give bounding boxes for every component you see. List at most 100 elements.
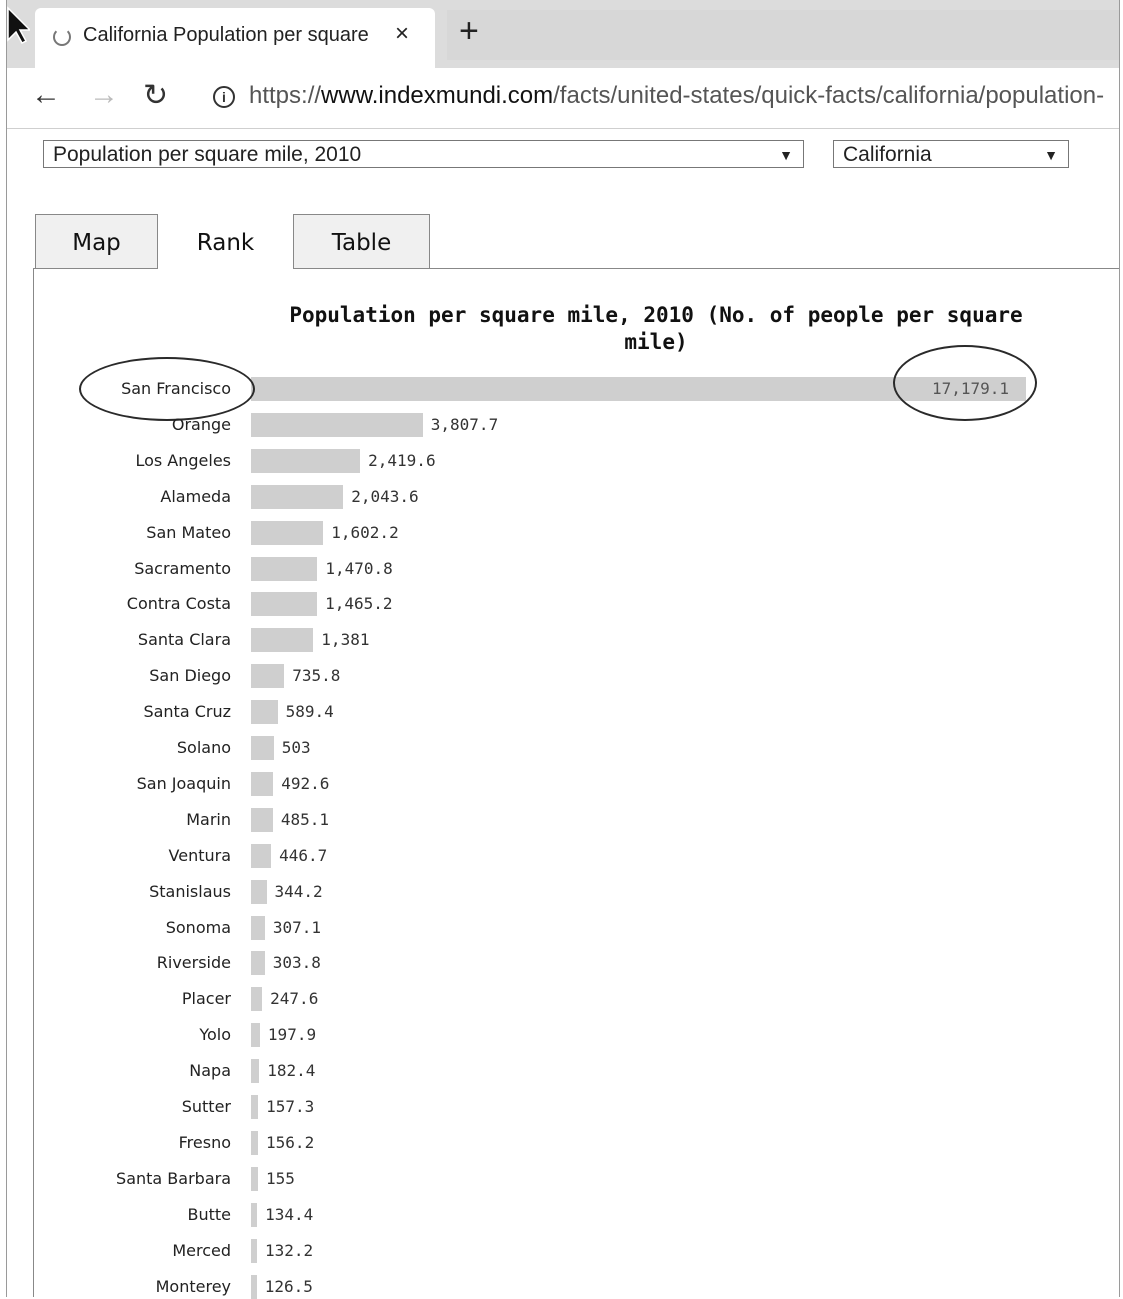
bar[interactable] bbox=[251, 412, 423, 437]
dropdown-arrow-icon: ▼ bbox=[779, 147, 793, 163]
panel-border bbox=[33, 268, 34, 1297]
category-label: Sacramento bbox=[134, 558, 231, 578]
url-host: www.indexmundi.com bbox=[321, 82, 554, 109]
category-label: San Joaquin bbox=[136, 773, 231, 793]
value-label: 485.1 bbox=[280, 809, 330, 829]
category-label: Los Angeles bbox=[135, 450, 231, 470]
bar[interactable] bbox=[251, 664, 285, 689]
value-label: 589.4 bbox=[285, 702, 334, 722]
category-label: Merced bbox=[172, 1240, 231, 1260]
bar[interactable] bbox=[251, 1274, 257, 1299]
category-label: Ventura bbox=[168, 845, 231, 865]
value-label: 492.6 bbox=[281, 773, 330, 793]
window-border-left bbox=[6, 0, 7, 1297]
bar[interactable] bbox=[251, 879, 267, 904]
category-label: Orange bbox=[171, 414, 231, 434]
bar[interactable] bbox=[251, 592, 318, 617]
category-label: Riverside bbox=[156, 953, 231, 973]
metric-select[interactable]: Population per square mile, 2010 ▼ bbox=[43, 140, 804, 168]
value-label: 735.8 bbox=[292, 666, 341, 686]
region-select[interactable]: California ▼ bbox=[833, 140, 1069, 168]
category-label: Santa Barbara bbox=[116, 1168, 231, 1188]
category-label: Napa bbox=[189, 1061, 231, 1081]
browser-toolbar: ← → ↻ i https://www.indexmundi.com/facts… bbox=[7, 68, 1119, 129]
value-label: 1,465.2 bbox=[325, 594, 393, 614]
value-label: 303.8 bbox=[272, 953, 321, 973]
bar[interactable] bbox=[251, 987, 263, 1012]
highlight-oval-label bbox=[79, 357, 255, 421]
value-label: 446.7 bbox=[279, 845, 328, 865]
category-label: Stanislaus bbox=[149, 881, 231, 901]
bar[interactable] bbox=[251, 520, 324, 545]
value-label: 307.1 bbox=[272, 917, 322, 937]
bar[interactable] bbox=[251, 556, 318, 581]
value-label: 503 bbox=[281, 738, 311, 757]
value-label: 2,043.6 bbox=[351, 486, 419, 506]
close-tab-icon[interactable]: × bbox=[395, 20, 409, 48]
category-label: Butte bbox=[187, 1204, 231, 1224]
category-label: Yolo bbox=[199, 1025, 231, 1045]
category-label: Sonoma bbox=[165, 917, 231, 937]
bar[interactable] bbox=[251, 1238, 257, 1263]
value-label: 156.2 bbox=[266, 1132, 315, 1152]
value-label: 126.5 bbox=[264, 1276, 313, 1296]
url-path: /facts/united-states/quick-facts/califor… bbox=[553, 82, 1105, 109]
site-info-icon[interactable]: i bbox=[213, 86, 235, 108]
new-tab-button[interactable]: + bbox=[459, 14, 479, 48]
browser-tab-title: California Population per square mile bbox=[83, 24, 373, 46]
category-label: Alameda bbox=[160, 486, 231, 506]
value-label: 1,602.2 bbox=[331, 522, 399, 542]
value-label: 1,470.8 bbox=[325, 558, 393, 578]
value-label: 134.4 bbox=[265, 1204, 314, 1224]
bar[interactable] bbox=[251, 1202, 258, 1227]
background-tab[interactable] bbox=[447, 10, 1119, 60]
value-label: 157.3 bbox=[266, 1097, 315, 1116]
bar[interactable] bbox=[251, 915, 265, 940]
category-label: Santa Cruz bbox=[143, 702, 231, 722]
value-label: 197.9 bbox=[267, 1025, 317, 1045]
category-label: Solano bbox=[176, 738, 231, 757]
bar[interactable] bbox=[251, 1166, 258, 1191]
bar[interactable] bbox=[251, 1095, 259, 1119]
metric-select-value: Population per square mile, 2010 bbox=[53, 143, 362, 166]
bar[interactable] bbox=[251, 951, 265, 976]
dropdown-arrow-icon: ▼ bbox=[1044, 147, 1058, 163]
bar[interactable] bbox=[251, 484, 344, 509]
value-label: 344.2 bbox=[274, 881, 323, 901]
value-label: 132.2 bbox=[264, 1240, 314, 1260]
bar[interactable] bbox=[251, 1059, 260, 1084]
category-label: Sutter bbox=[181, 1097, 231, 1116]
loading-spinner-icon bbox=[53, 28, 71, 46]
back-arrow-icon[interactable]: ← bbox=[31, 78, 61, 112]
reload-icon[interactable]: ↻ bbox=[143, 78, 168, 113]
value-label: 155 bbox=[265, 1168, 295, 1188]
bar[interactable] bbox=[251, 843, 272, 868]
category-label: Fresno bbox=[178, 1132, 231, 1152]
bar[interactable] bbox=[251, 807, 273, 832]
bar[interactable] bbox=[251, 1023, 260, 1048]
tab-map[interactable]: Map bbox=[35, 214, 158, 268]
browser-tab[interactable]: California Population per square mile × bbox=[35, 8, 435, 68]
category-label: Contra Costa bbox=[126, 594, 231, 614]
bar[interactable] bbox=[251, 448, 361, 473]
bar[interactable] bbox=[251, 771, 274, 796]
forward-arrow-icon[interactable]: → bbox=[89, 78, 119, 112]
bar[interactable] bbox=[251, 700, 278, 725]
category-label: Monterey bbox=[155, 1276, 231, 1296]
browser-tab-strip: California Population per square mile × … bbox=[7, 0, 1119, 68]
bar[interactable] bbox=[251, 1130, 259, 1155]
category-label: San Diego bbox=[149, 666, 231, 686]
category-label: San Mateo bbox=[146, 522, 231, 542]
value-label: 2,419.6 bbox=[368, 450, 436, 470]
tab-rank[interactable]: Rank bbox=[158, 214, 293, 270]
bar[interactable] bbox=[251, 628, 314, 653]
tab-table[interactable]: Table bbox=[293, 214, 430, 268]
chart-title: Population per square mile, 2010 (No. of… bbox=[289, 303, 1023, 354]
category-label: Marin bbox=[186, 809, 231, 829]
value-label: 182.4 bbox=[267, 1061, 316, 1081]
address-bar[interactable]: https://www.indexmundi.com/facts/united-… bbox=[249, 82, 1119, 110]
category-label: Santa Clara bbox=[137, 630, 231, 650]
bar[interactable] bbox=[251, 736, 274, 760]
url-scheme: https:// bbox=[249, 82, 322, 109]
value-label: 247.6 bbox=[270, 989, 319, 1009]
